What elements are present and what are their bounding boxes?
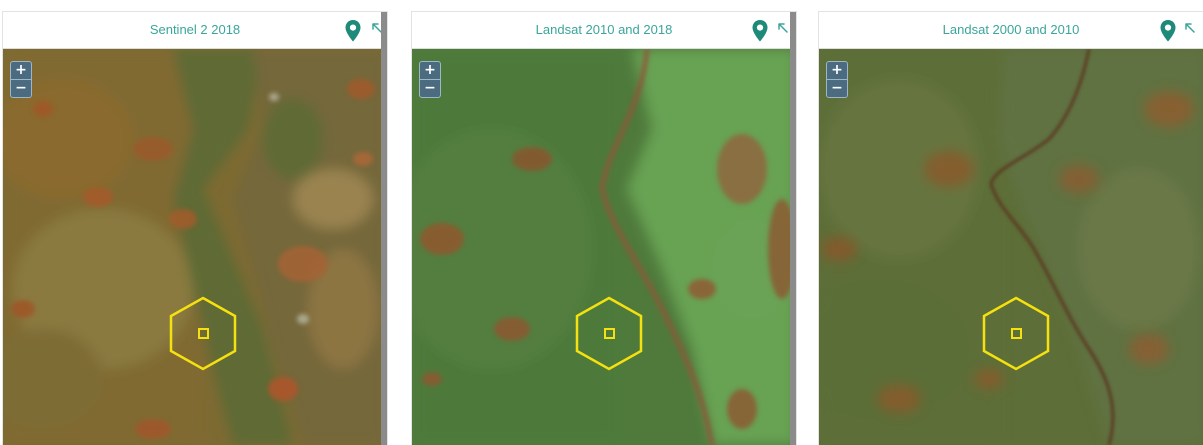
zoom-in-button[interactable]: +	[420, 62, 440, 80]
arrow-up-left-icon[interactable]	[1183, 21, 1197, 35]
sample-plot-marker	[169, 296, 237, 371]
center-point-square	[198, 328, 209, 339]
map-comparison-row: Sentinel 2 2018 + − Landsat 2010 and 201…	[0, 0, 1203, 445]
hexagon-plot	[982, 296, 1050, 371]
scrollbar[interactable]	[790, 12, 796, 445]
hexagon-plot	[169, 296, 237, 371]
sample-plot-marker	[982, 296, 1050, 371]
center-point-square	[1011, 328, 1022, 339]
panel-header: Landsat 2000 and 2010	[819, 12, 1203, 49]
map-panel-landsat-2000-2010: Landsat 2000 and 2010 + −	[819, 12, 1203, 445]
zoom-control: + −	[419, 61, 441, 98]
arrow-up-left-icon[interactable]	[776, 21, 790, 35]
zoom-out-button[interactable]: −	[827, 80, 847, 97]
satellite-map-view[interactable]: + −	[412, 49, 796, 445]
panel-title: Landsat 2010 and 2018	[535, 22, 673, 37]
satellite-map-view[interactable]: + −	[819, 49, 1203, 445]
map-pin-icon[interactable]	[344, 19, 362, 43]
map-pin-icon[interactable]	[751, 19, 769, 43]
panel-header: Landsat 2010 and 2018	[412, 12, 796, 49]
sample-plot-marker	[575, 296, 643, 371]
zoom-control: + −	[10, 61, 32, 98]
panel-title: Landsat 2000 and 2010	[942, 22, 1080, 37]
satellite-map-view[interactable]: + −	[3, 49, 387, 445]
zoom-in-button[interactable]: +	[11, 62, 31, 80]
zoom-in-button[interactable]: +	[827, 62, 847, 80]
hexagon-plot	[575, 296, 643, 371]
zoom-out-button[interactable]: −	[11, 80, 31, 97]
map-panel-landsat-2010-2018: Landsat 2010 and 2018 + −	[412, 12, 796, 445]
scrollbar[interactable]	[381, 12, 387, 445]
map-pin-icon[interactable]	[1159, 19, 1177, 43]
panel-header: Sentinel 2 2018	[3, 12, 387, 49]
panel-title: Sentinel 2 2018	[149, 22, 241, 37]
map-panel-sentinel-2018: Sentinel 2 2018 + −	[3, 12, 387, 445]
zoom-out-button[interactable]: −	[420, 80, 440, 97]
zoom-control: + −	[826, 61, 848, 98]
center-point-square	[604, 328, 615, 339]
